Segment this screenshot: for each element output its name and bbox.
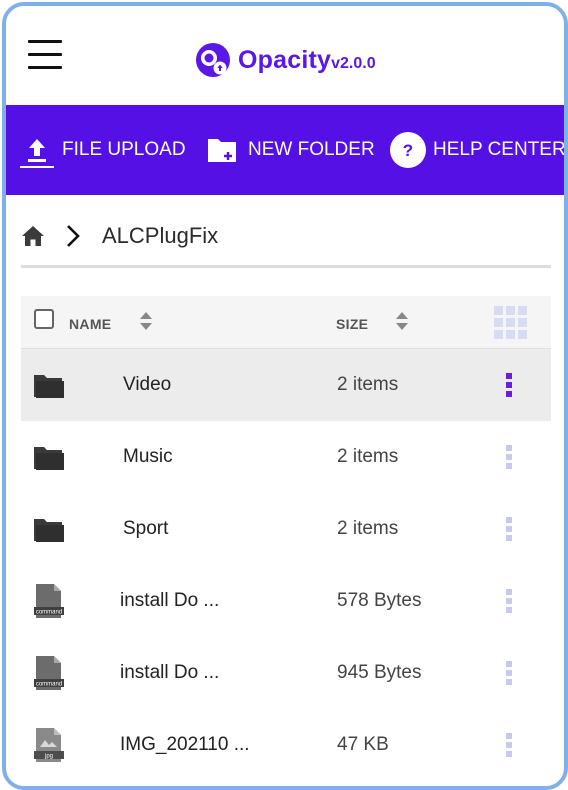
new-folder-button[interactable]: NEW FOLDER — [206, 105, 375, 195]
help-center-button[interactable]: ? HELP CENTER — [389, 105, 566, 195]
file-size: 2 items — [337, 374, 399, 395]
brand-name: Opacity — [238, 45, 332, 74]
row-options-icon[interactable] — [501, 587, 517, 615]
table-row[interactable]: Video 2 items — [21, 349, 551, 421]
table-body: Video 2 items Music 2 items Sport 2 items comm… — [21, 349, 551, 781]
chevron-right-icon — [67, 225, 80, 247]
file-size: 2 items — [337, 446, 399, 467]
table-row[interactable]: command install Do ... 578 Bytes — [21, 565, 551, 637]
file-size: 2 items — [337, 518, 399, 539]
brand-version: v2.0.0 — [331, 55, 376, 72]
file-size: 47 KB — [337, 734, 389, 755]
file-name[interactable]: Video — [123, 374, 171, 396]
upload-underline — [20, 166, 54, 168]
file-upload-button[interactable]: FILE UPLOAD — [22, 105, 186, 195]
help-icon: ? — [390, 132, 426, 168]
app-frame: Opacity v2.0.0 FILE UPLOAD NEW FOLDER ? — [2, 2, 568, 790]
breadcrumb-current[interactable]: ALCPlugFix — [102, 223, 218, 249]
file-upload-label: FILE UPLOAD — [62, 139, 186, 160]
row-options-icon[interactable] — [501, 659, 517, 687]
file-size: 945 Bytes — [337, 662, 422, 683]
folder-icon — [34, 519, 64, 542]
app-header: Opacity v2.0.0 — [6, 6, 564, 105]
home-icon[interactable] — [20, 223, 46, 249]
table-row[interactable]: Music 2 items — [21, 421, 551, 493]
table-row[interactable]: jpg IMG_202110 ... 47 KB — [21, 709, 551, 781]
table-row[interactable]: command install Do ... 945 Bytes — [21, 637, 551, 709]
row-options-icon[interactable] — [501, 731, 517, 759]
breadcrumb-divider — [21, 265, 551, 268]
file-name[interactable]: Sport — [123, 518, 168, 540]
sort-name-icon[interactable] — [139, 310, 153, 332]
row-options-icon[interactable] — [501, 371, 517, 399]
action-toolbar: FILE UPLOAD NEW FOLDER ? HELP CENTER — [6, 105, 564, 195]
row-options-icon[interactable] — [501, 515, 517, 543]
svg-text:?: ? — [403, 141, 413, 160]
file-table: NAME SIZE Video 2 items Music 2 items Sport 2… — [21, 296, 551, 781]
new-folder-icon — [208, 139, 236, 162]
folder-icon — [34, 375, 64, 398]
sort-size-icon[interactable] — [395, 310, 409, 332]
command-file-icon: command — [34, 584, 64, 618]
svg-text:command: command — [36, 610, 62, 616]
column-header-size[interactable]: SIZE — [336, 316, 368, 332]
menu-icon[interactable] — [28, 40, 62, 70]
breadcrumb: ALCPlugFix — [20, 218, 218, 254]
select-all-checkbox[interactable] — [34, 309, 54, 329]
file-name[interactable]: Music — [123, 446, 173, 468]
file-size: 578 Bytes — [337, 590, 422, 611]
grid-view-icon[interactable] — [493, 305, 529, 341]
brand-logo: Opacity v2.0.0 — [194, 40, 376, 80]
svg-text:command: command — [36, 682, 62, 688]
image-file-icon: jpg — [34, 728, 64, 762]
svg-text:jpg: jpg — [44, 754, 53, 760]
file-name[interactable]: IMG_202110 ... — [120, 734, 250, 756]
opacity-logo-icon — [196, 43, 230, 77]
file-name[interactable]: install Do ... — [120, 590, 219, 612]
command-file-icon: command — [34, 656, 64, 690]
folder-icon — [34, 447, 64, 470]
help-center-label: HELP CENTER — [433, 139, 566, 160]
column-header-name[interactable]: NAME — [69, 316, 111, 332]
new-folder-label: NEW FOLDER — [248, 139, 375, 160]
upload-icon — [28, 139, 46, 162]
table-header: NAME SIZE — [21, 296, 551, 349]
table-row[interactable]: Sport 2 items — [21, 493, 551, 565]
file-name[interactable]: install Do ... — [120, 662, 219, 684]
row-options-icon[interactable] — [501, 443, 517, 471]
